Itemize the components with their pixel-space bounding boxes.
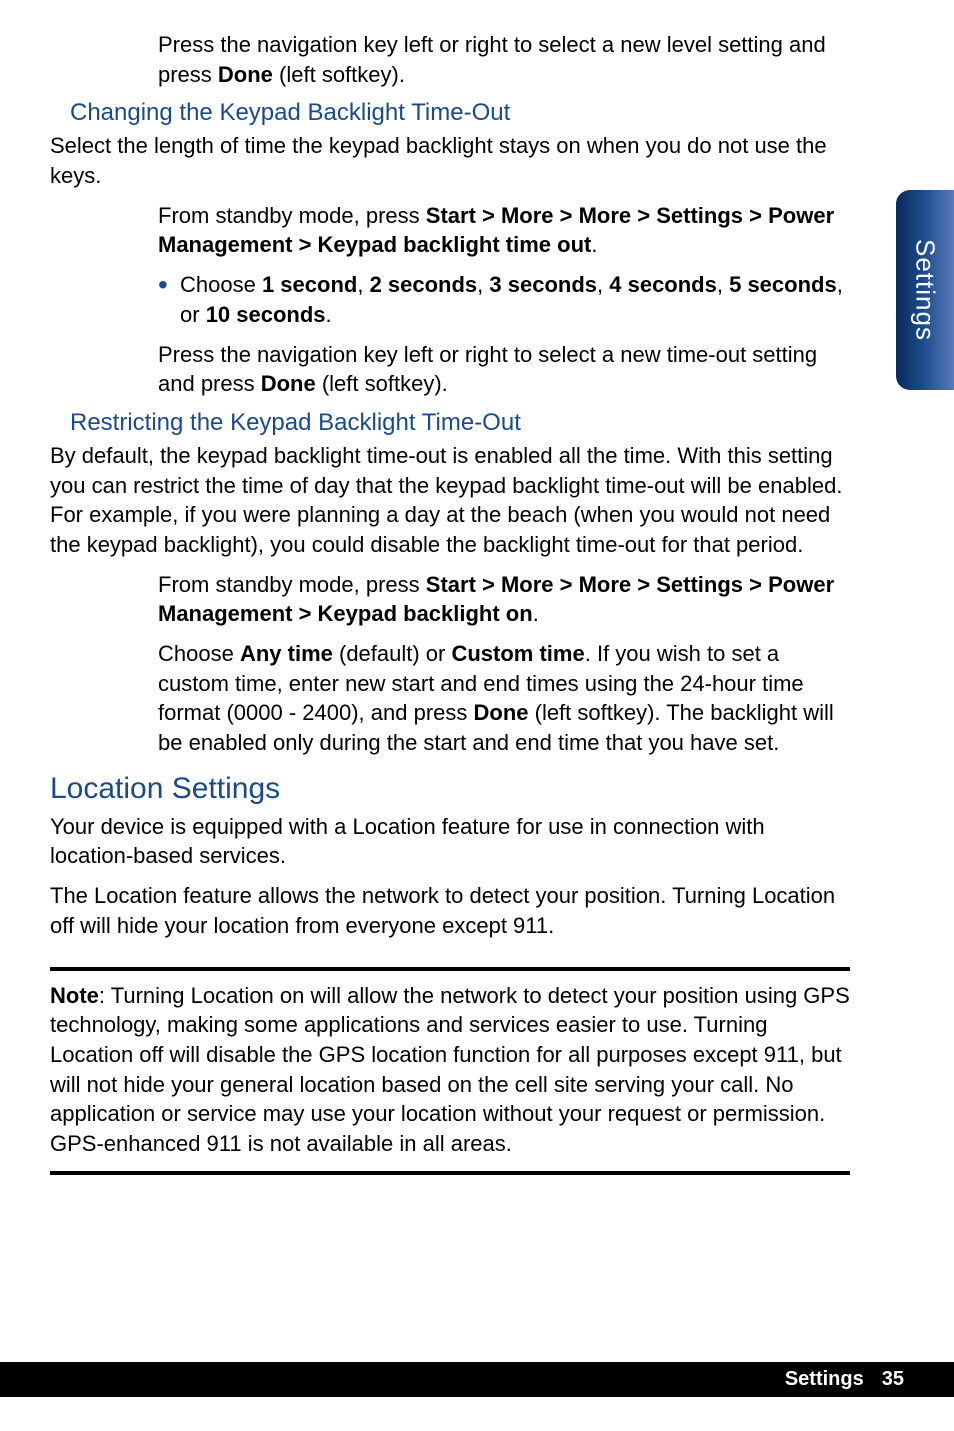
paragraph: Press the navigation key left or right t…: [50, 30, 850, 89]
option-any-time: Any time: [240, 641, 333, 666]
note-paragraph: Note: Turning Location on will allow the…: [50, 981, 850, 1159]
paragraph: From standby mode, press Start > More > …: [50, 570, 850, 629]
text: From standby mode, press: [158, 572, 426, 597]
option: 10 seconds: [206, 302, 326, 327]
option: 4 seconds: [609, 272, 717, 297]
text: (left softkey).: [316, 371, 448, 396]
paragraph: Choose Any time (default) or Custom time…: [50, 639, 850, 758]
heading-changing-keypad-backlight-timeout: Changing the Keypad Backlight Time-Out: [70, 99, 850, 127]
text: (default) or: [333, 641, 452, 666]
note-label: Note: [50, 983, 99, 1008]
footer-section: Settings: [785, 1368, 864, 1390]
paragraph: Your device is equipped with a Location …: [50, 812, 850, 871]
ui-term-done: Done: [474, 700, 529, 725]
text: ,: [357, 272, 369, 297]
option: 1 second: [262, 272, 357, 297]
text: .: [591, 232, 597, 257]
text: (left softkey).: [273, 62, 405, 87]
note-text: : Turning Location on will allow the net…: [50, 983, 850, 1156]
footer-page-number: 35: [882, 1368, 904, 1390]
text: Press the navigation key left or right t…: [158, 342, 817, 397]
paragraph: Select the length of time the keypad bac…: [50, 131, 850, 190]
note-divider-bottom: [50, 1171, 850, 1175]
text: ,: [477, 272, 489, 297]
page-content: Press the navigation key left or right t…: [50, 30, 850, 1175]
paragraph: The Location feature allows the network …: [50, 881, 850, 940]
text: .: [326, 302, 332, 327]
option: 5 seconds: [729, 272, 837, 297]
text: Choose: [158, 641, 240, 666]
side-tab-label: Settings: [910, 239, 941, 341]
note-divider-top: [50, 967, 850, 971]
text: From standby mode, press: [158, 203, 426, 228]
side-tab: Settings: [896, 190, 954, 390]
paragraph: By default, the keypad backlight time-ou…: [50, 441, 850, 560]
option: 2 seconds: [370, 272, 478, 297]
option-custom-time: Custom time: [451, 641, 584, 666]
page-footer: Settings 35: [0, 1362, 954, 1397]
ui-term-done: Done: [261, 371, 316, 396]
option: 3 seconds: [489, 272, 597, 297]
text: Choose: [180, 272, 262, 297]
text: ,: [597, 272, 609, 297]
heading-restricting-keypad-backlight-timeout: Restricting the Keypad Backlight Time-Ou…: [70, 409, 850, 437]
text: .: [533, 601, 539, 626]
paragraph: Press the navigation key left or right t…: [50, 340, 850, 399]
heading-location-settings: Location Settings: [50, 772, 850, 806]
ui-term-done: Done: [218, 62, 273, 87]
paragraph: From standby mode, press Start > More > …: [50, 201, 850, 260]
bullet-item: Choose 1 second, 2 seconds, 3 seconds, 4…: [50, 270, 850, 329]
text: ,: [717, 272, 729, 297]
